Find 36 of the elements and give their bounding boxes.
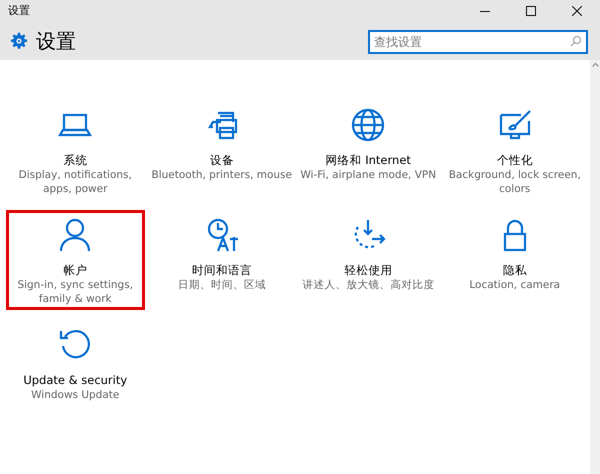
tile-title: Update & security <box>23 373 128 388</box>
tile-description: Location, camera <box>469 278 560 292</box>
tile-title: 帐户 <box>63 263 88 278</box>
tile-title: 隐私 <box>502 263 527 278</box>
close-icon <box>572 6 582 16</box>
settings-tile[interactable]: 时间和语言 日期、时间、区域 <box>148 210 295 310</box>
settings-tile[interactable]: 帐户 Sign-in, sync settings, family & work <box>6 210 144 310</box>
tile-description: 讲述人、放大镜、高对比度 <box>302 278 434 292</box>
tile-description: 日期、时间、区域 <box>178 278 266 292</box>
settings-tile[interactable]: 网络和 Internet Wi-Fi, airplane mode, VPN <box>295 100 442 200</box>
tile-title: 时间和语言 <box>192 263 252 278</box>
search-field[interactable]: 查找设置 <box>368 30 588 54</box>
maximize-icon <box>526 6 536 16</box>
search-icon <box>570 35 582 47</box>
scroll-up-icon[interactable] <box>592 62 598 67</box>
settings-tile[interactable]: Update & security Windows Update <box>2 320 148 420</box>
tile-title: 设备 <box>210 153 234 168</box>
globe-icon <box>350 107 386 143</box>
window-title: 设置 <box>8 2 31 19</box>
tile-description: Display, notifications, apps, power <box>18 168 133 196</box>
tile-description: Windows Update <box>31 388 120 402</box>
tile-title: 网络和 Internet <box>326 153 411 168</box>
tile-title: 系统 <box>63 153 88 168</box>
tile-description: Sign-in, sync settings, family & work <box>16 278 134 306</box>
page-title: 设置 <box>36 28 77 55</box>
tile-description: Bluetooth, printers, mouse <box>152 168 292 182</box>
settings-tile[interactable]: 设备 Bluetooth, printers, mouse <box>148 100 295 200</box>
settings-icon <box>10 32 28 50</box>
settings-tile[interactable]: 系统 Display, notifications, apps, power <box>2 100 148 200</box>
tile-description: Background, lock screen, colors <box>448 168 582 196</box>
settings-tile[interactable]: 个性化 Background, lock screen, colors <box>442 100 588 200</box>
tile-title: 个性化 <box>496 153 533 168</box>
settings-tile[interactable]: 隐私 Location, camera <box>442 210 588 310</box>
settings-tile[interactable]: 轻松使用 讲述人、放大镜、高对比度 <box>295 210 442 310</box>
tile-description: Wi-Fi, airplane mode, VPN <box>300 168 436 182</box>
tile-title: 轻松使用 <box>344 263 392 278</box>
